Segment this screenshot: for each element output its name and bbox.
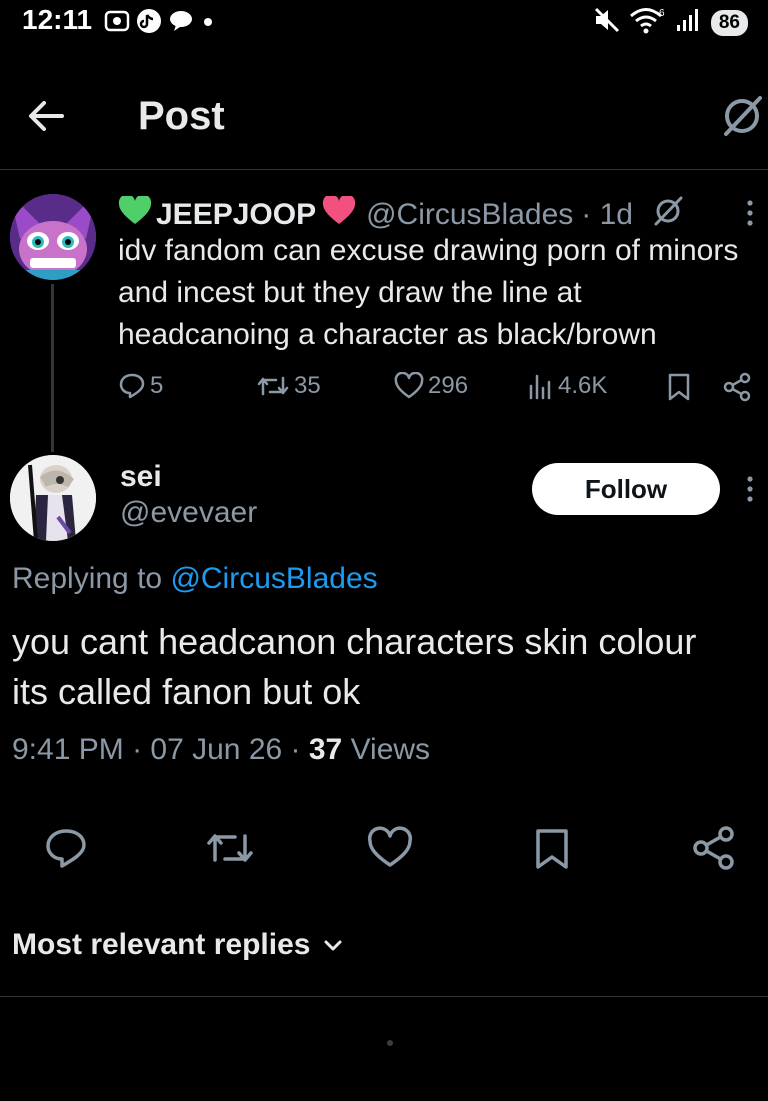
display-name[interactable]: sei	[120, 460, 162, 494]
more-options-button[interactable]	[744, 198, 756, 228]
reply-action[interactable]: 5	[118, 372, 163, 400]
system-icons: 6 86	[593, 6, 748, 39]
tweet-time: 9:41 PM	[12, 733, 124, 766]
heart-icon	[367, 826, 413, 867]
bookmark-button[interactable]	[528, 824, 576, 872]
repost-icon	[257, 376, 289, 396]
mute-icon	[593, 7, 621, 38]
page-title: Post	[138, 94, 225, 138]
avatar-image	[10, 455, 96, 541]
handle[interactable]: @evevaer	[120, 496, 257, 530]
like-button[interactable]	[366, 824, 414, 872]
share-button[interactable]	[690, 824, 738, 872]
notification-icons	[104, 8, 214, 39]
wifi-icon: 6	[629, 6, 667, 39]
views-icon	[529, 374, 551, 400]
like-action[interactable]: 296	[394, 372, 468, 400]
grok-button[interactable]	[718, 92, 766, 140]
replying-to: Replying to @CircusBlades	[12, 562, 378, 596]
more-dots-icon	[747, 476, 753, 502]
chevron-down-icon	[324, 940, 342, 951]
green-heart-icon	[118, 194, 152, 234]
repost-count: 35	[294, 372, 321, 399]
sort-label: Most relevant replies	[12, 928, 311, 961]
bookmark-action[interactable]	[666, 372, 692, 402]
tweet-age: · 1d	[581, 198, 633, 231]
status-time: 12:11	[22, 4, 93, 35]
tweet-actions: 5 35 296 4.6K	[118, 372, 758, 412]
tweet-actions	[0, 820, 768, 880]
like-count: 296	[428, 372, 469, 399]
reply-sort-dropdown[interactable]: Most relevant replies	[12, 928, 344, 962]
chat-bubble-icon	[168, 9, 196, 38]
views-action[interactable]: 4.6K	[528, 372, 607, 400]
replying-mention-link[interactable]: @CircusBlades	[170, 562, 377, 595]
share-icon	[693, 826, 734, 870]
separator: ·	[290, 733, 309, 766]
reply-button[interactable]	[42, 824, 90, 872]
tweet-date: 07 Jun 26	[150, 733, 283, 766]
battery-indicator: 86	[710, 9, 748, 36]
repost-icon	[207, 834, 253, 862]
share-action[interactable]	[722, 372, 752, 402]
replying-prefix: Replying to	[12, 562, 171, 595]
bookmark-icon	[536, 829, 568, 869]
separator: ·	[132, 733, 151, 766]
more-options-button[interactable]	[744, 474, 756, 504]
more-dots-icon	[747, 200, 753, 226]
tweet-text-line: you cant headcanon characters skin colou…	[12, 621, 697, 662]
tweet-meta: 9:41 PM · 07 Jun 26 · 37 Views	[12, 733, 430, 767]
reply-count: 5	[150, 372, 164, 399]
avatar[interactable]	[10, 455, 96, 541]
share-icon	[723, 372, 751, 402]
repost-action[interactable]: 35	[256, 372, 321, 400]
views-count[interactable]: 37	[309, 733, 342, 766]
dot-indicator-icon	[202, 15, 214, 33]
grok-icon	[724, 96, 762, 136]
heart-icon	[394, 372, 424, 399]
signal-icon	[675, 7, 703, 38]
follow-button[interactable]: Follow	[532, 463, 720, 515]
reply-icon	[119, 373, 145, 399]
loading-indicator	[387, 1040, 393, 1046]
bookmark-icon	[668, 373, 690, 401]
views-label[interactable]: Views	[351, 733, 430, 766]
handle[interactable]: @CircusBlades	[366, 198, 573, 232]
repost-button[interactable]	[204, 824, 253, 872]
display-name[interactable]: JEEPJOOP	[156, 198, 316, 232]
tweet-text-line: its called fanon but ok	[12, 671, 361, 712]
parent-tweet[interactable]: JEEPJOOP @CircusBlades · 1d idv fandom c…	[0, 172, 768, 452]
tiktok-icon	[136, 8, 162, 39]
pink-heart-icon	[322, 194, 356, 234]
thread-line	[51, 284, 54, 452]
reply-icon	[46, 829, 86, 868]
tweet-text: you cant headcanon characters skin colou…	[12, 617, 768, 717]
divider	[0, 996, 768, 997]
post-header: Post	[0, 80, 768, 170]
avatar-image	[10, 194, 96, 280]
svg-text:6: 6	[659, 8, 665, 19]
tweet-text: idv fandom can excuse drawing porn of mi…	[118, 234, 739, 351]
screenshot-icon	[104, 9, 130, 38]
back-button[interactable]	[24, 94, 68, 138]
back-arrow-icon	[29, 101, 64, 131]
status-bar: 12:11 6 86	[0, 0, 768, 44]
avatar[interactable]	[10, 194, 96, 280]
views-count: 4.6K	[558, 372, 608, 399]
